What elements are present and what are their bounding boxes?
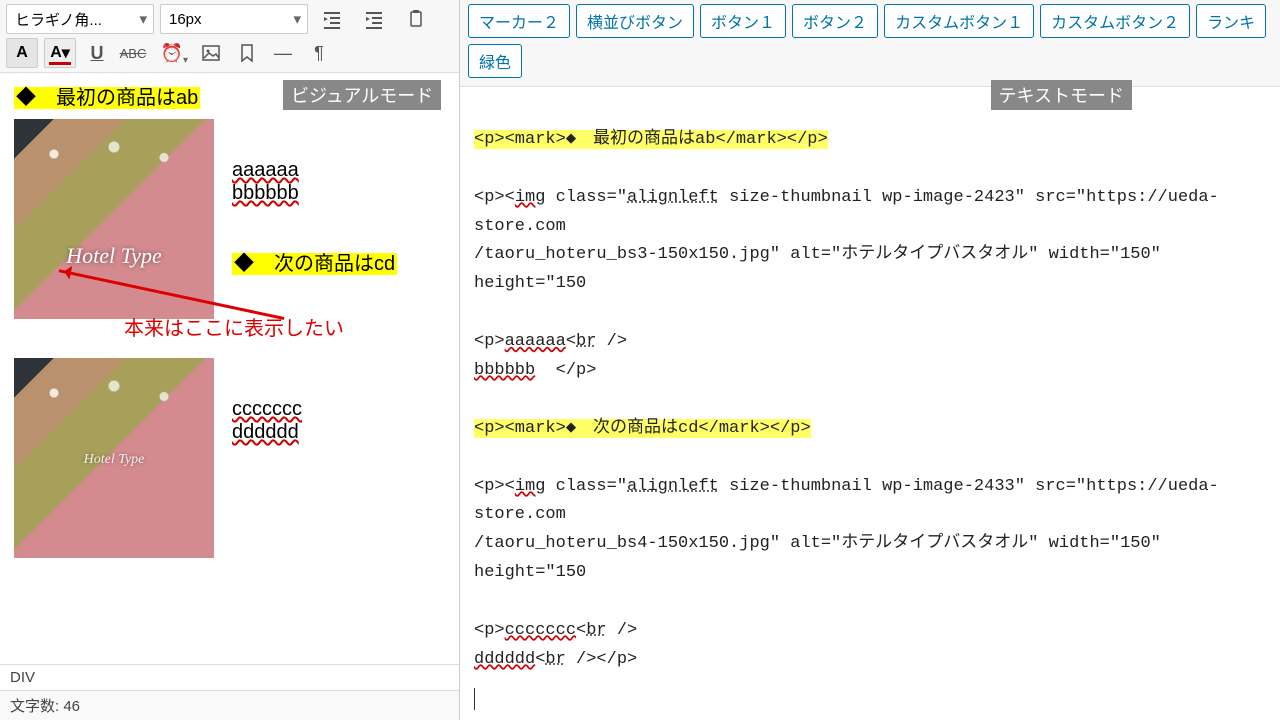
visual-mode-label: ビジュアルモード [283, 80, 441, 110]
text-aaa: aaaaaa [232, 159, 299, 182]
text-editor[interactable]: <p><mark>◆ 最初の商品はab</mark></p> <p><img c… [460, 87, 1280, 720]
visual-toolbar: ヒラギノ角... 16px A A▾ U ABC ⏰▾ — ¶ [0, 0, 459, 73]
font-size-value: 16px [169, 11, 202, 28]
product-thumbnail-2[interactable]: Hotel Type [14, 358, 214, 558]
quicktag-4[interactable]: カスタムボタン１ [884, 4, 1034, 38]
font-family-select[interactable]: ヒラギノ角... [6, 4, 154, 34]
code-line: <p><mark>◆ 最初の商品はab</mark></p> [474, 130, 828, 149]
code-line: <p>ccccccc<br /> [474, 621, 637, 640]
font-family-value: ヒラギノ角... [15, 9, 102, 30]
code-line: <p><img class="alignleft size-thumbnail … [474, 477, 1219, 525]
quicktag-row: マーカー２横並びボタンボタン１ボタン２カスタムボタン１カスタムボタン２ランキ緑色 [460, 0, 1280, 87]
code-line: /taoru_hoteru_bs4-150x150.jpg" alt="ホテルタ… [474, 534, 1171, 582]
font-size-select[interactable]: 16px [160, 4, 308, 34]
paragraph-button[interactable]: ¶ [304, 38, 334, 68]
code-line: <p><mark>◆ 次の商品はcd</mark></p> [474, 419, 811, 438]
indent-button[interactable] [356, 4, 392, 34]
heading-mark-1: ◆ 最初の商品はab [14, 87, 200, 109]
underline-button[interactable]: U [82, 38, 112, 68]
quicktag-0[interactable]: マーカー２ [468, 4, 570, 38]
heading-mark-2: ◆ 次の商品はcd [232, 253, 397, 275]
annotation-text: 本来はここに表示したい [124, 312, 344, 341]
code-line: bbbbbb </p> [474, 361, 596, 380]
code-line: <p><img class="alignleft size-thumbnail … [474, 188, 1219, 236]
caret-down-icon: ▾ [62, 43, 70, 63]
quicktag-5[interactable]: カスタムボタン２ [1040, 4, 1190, 38]
annotation-arrow: 本来はここに表示したい [14, 327, 445, 328]
paste-button[interactable] [398, 4, 434, 34]
caret-down-icon: ▾ [183, 55, 188, 66]
text-ddd: dddddd [232, 421, 299, 444]
quicktag-1[interactable]: 横並びボタン [576, 4, 694, 38]
code-line: dddddd<br /></p> [474, 650, 637, 669]
image-button[interactable] [196, 38, 226, 68]
strikethrough-button[interactable]: ABC [118, 38, 148, 68]
quicktag-3[interactable]: ボタン２ [792, 4, 878, 38]
bookmark-button[interactable] [232, 38, 262, 68]
text-color-button[interactable]: A [6, 38, 38, 68]
product-thumbnail-1[interactable]: Hotel Type [14, 119, 214, 319]
code-line: <p>aaaaaa<br /> [474, 332, 627, 351]
text-ccc: ccccccc [232, 398, 302, 421]
text-bbb: bbbbbb [232, 182, 299, 205]
quicktag-2[interactable]: ボタン１ [700, 4, 786, 38]
text-bgcolor-button[interactable]: A▾ [44, 38, 76, 68]
timer-button[interactable]: ⏰▾ [154, 38, 190, 68]
thumb-label: Hotel Type [14, 243, 214, 269]
visual-editor[interactable]: ◆ 最初の商品はab Hotel Type aaaaaa bbbbbb ◆ 次の… [0, 73, 459, 664]
thumb-label: Hotel Type [14, 452, 214, 468]
quicktag-7[interactable]: 緑色 [468, 44, 522, 78]
text-mode-label: テキストモード [991, 80, 1132, 110]
text-cursor [474, 688, 475, 710]
hr-button[interactable]: — [268, 38, 298, 68]
quicktag-6[interactable]: ランキ [1196, 4, 1266, 38]
outdent-button[interactable] [314, 4, 350, 34]
code-line: /taoru_hoteru_bs3-150x150.jpg" alt="ホテルタ… [474, 245, 1171, 293]
element-path: DIV [0, 664, 459, 690]
char-count: 文字数: 46 [0, 690, 459, 720]
